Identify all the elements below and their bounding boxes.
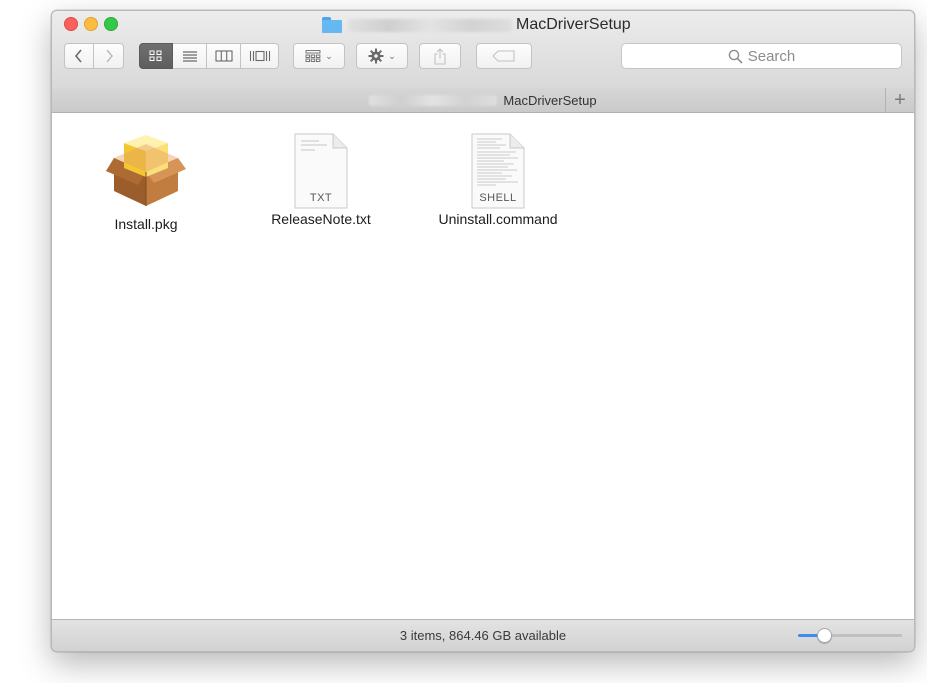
group-by-icon	[305, 50, 321, 62]
file-type-badge: TXT	[309, 192, 333, 204]
status-bar: 3 items, 864.46 GB available	[52, 619, 914, 651]
share-button[interactable]	[419, 43, 461, 69]
file-browser-area[interactable]: Install.pkg TXT ReleaseNote.txt SHELL Un…	[52, 113, 914, 619]
icon-view-icon	[149, 50, 162, 61]
shell-script-icon: SHELL	[466, 131, 530, 211]
forward-button[interactable]	[94, 43, 124, 69]
tab-bar: MacDriverSetup +	[52, 88, 914, 113]
back-button[interactable]	[64, 43, 94, 69]
share-icon	[434, 47, 446, 65]
text-document-icon: TXT	[289, 131, 353, 211]
finder-window: MacDriverSetup ⌄ ⌄ Search MacDriverSetup…	[51, 10, 915, 652]
column-view-button[interactable]	[207, 43, 241, 69]
chevron-left-icon	[74, 49, 82, 63]
search-placeholder: Search	[747, 47, 796, 65]
new-tab-button[interactable]: +	[885, 88, 914, 112]
icon-size-slider[interactable]	[798, 628, 902, 643]
folder-icon	[322, 17, 342, 33]
search-field[interactable]: Search	[621, 43, 902, 69]
edit-tags-button[interactable]	[476, 43, 532, 69]
group-by-button[interactable]: ⌄	[293, 43, 345, 69]
cover-flow-button[interactable]	[241, 43, 279, 69]
tag-icon	[492, 50, 515, 62]
tab-current-folder[interactable]: MacDriverSetup	[503, 93, 596, 108]
path-prefix-blurred	[369, 94, 498, 106]
close-window-button[interactable]	[64, 17, 78, 31]
plus-icon: +	[894, 88, 906, 111]
status-text: 3 items, 864.46 GB available	[399, 628, 567, 643]
file-item-install-pkg[interactable]: Install.pkg	[80, 131, 212, 232]
list-view-icon	[182, 51, 197, 62]
gear-icon	[368, 48, 384, 64]
chevron-down-icon: ⌄	[325, 50, 333, 61]
column-view-icon	[214, 50, 233, 62]
file-item-release-note[interactable]: TXT ReleaseNote.txt	[256, 131, 386, 227]
title-path-prefix-blurred	[348, 18, 512, 32]
file-name: Uninstall.command	[438, 211, 558, 227]
minimize-window-button[interactable]	[84, 17, 98, 31]
action-menu-button[interactable]: ⌄	[356, 43, 408, 69]
chevron-right-icon	[105, 49, 113, 63]
file-name: Install.pkg	[114, 216, 178, 232]
search-icon	[728, 49, 743, 64]
icon-size-slider-knob[interactable]	[817, 628, 832, 643]
icon-view-button[interactable]	[139, 43, 173, 69]
list-view-button[interactable]	[173, 43, 207, 69]
window-title: MacDriverSetup	[322, 15, 631, 35]
cover-flow-icon	[249, 50, 270, 62]
file-item-uninstall-command[interactable]: SHELL Uninstall.command	[423, 131, 573, 227]
file-name: ReleaseNote.txt	[271, 211, 371, 227]
chevron-down-icon: ⌄	[388, 50, 396, 61]
maximize-window-button[interactable]	[104, 17, 118, 31]
package-icon	[106, 135, 186, 206]
window-title-text: MacDriverSetup	[516, 16, 631, 33]
file-type-badge: SHELL	[479, 192, 517, 204]
title-bar: MacDriverSetup ⌄ ⌄ Search	[52, 11, 914, 89]
